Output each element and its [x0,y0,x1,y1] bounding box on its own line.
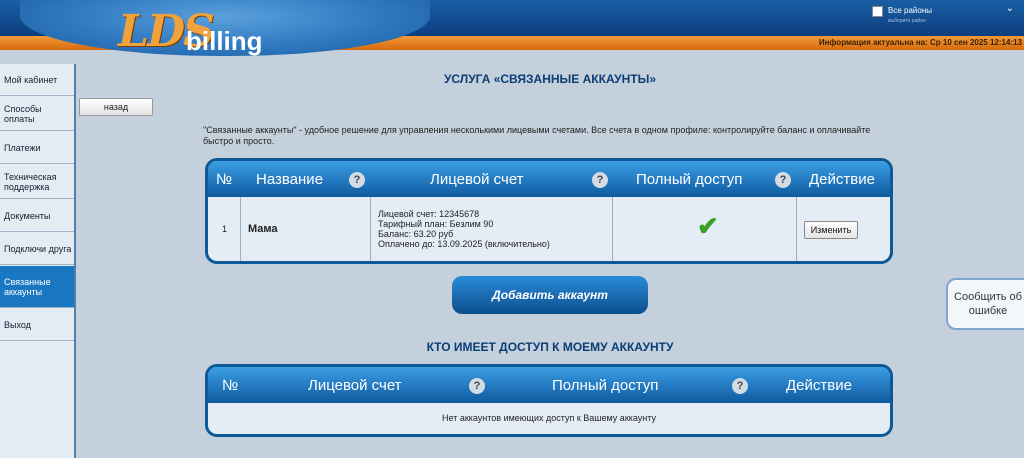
cell-full-access: ✔ [613,197,797,261]
account-details: Лицевой счет: 12345678 Тарифный план: Бе… [378,209,550,249]
col-header-num: № [222,377,239,394]
add-account-button[interactable]: Добавить аккаунт [452,276,648,314]
info-timestamp: Информация актуальна на: Ср 10 сен 2025 … [818,38,1022,47]
report-error-button[interactable]: Сообщить об ошибке [946,278,1024,330]
help-question-icon[interactable]: ? [469,378,485,394]
col-header-action: Действие [786,377,852,394]
col-header-full-access: Полный доступ [636,171,743,188]
balance-line: Баланс: 63.20 руб [378,229,454,239]
cell-account: Лицевой счет: 12345678 Тарифный план: Бе… [371,197,613,261]
page-description: "Связанные аккаунты" - удобное решение д… [203,125,871,146]
sidebar-item-exit[interactable]: Выход [0,309,74,341]
col-header-account: Лицевой счет [430,171,524,188]
sidebar-item-payment-methods[interactable]: Способы оплаты [0,97,74,131]
paid-until-line: Оплачено до: 13.09.2025 (включительно) [378,239,550,249]
help-question-icon[interactable]: ? [775,172,791,188]
col-header-action: Действие [809,171,875,188]
linked-accounts-table: № Название ? Лицевой счет ? Полный досту… [205,158,893,264]
chevron-down-icon[interactable]: ⌄ [1006,3,1014,14]
edit-button[interactable]: Изменить [804,221,858,239]
account-name: Мама [248,223,278,235]
col-header-account: Лицевой счет [308,377,402,394]
row-number: 1 [222,224,228,234]
sidebar-item-documents[interactable]: Документы [0,200,74,232]
checkmark-icon: ✔ [697,211,719,241]
help-question-icon[interactable]: ? [732,378,748,394]
sidebar-item-my-cabinet[interactable]: Мой кабинет [0,64,74,96]
sidebar-item-payments[interactable]: Платежи [0,132,74,164]
help-question-icon[interactable]: ? [349,172,365,188]
account-number-line: Лицевой счет: 12345678 [378,209,480,219]
col-header-num: № [216,171,233,188]
help-question-icon[interactable]: ? [592,172,608,188]
logo-billing[interactable]: billing [186,26,263,57]
table-header: № Название ? Лицевой счет ? Полный досту… [208,161,890,197]
sidebar: Мой кабинет Способы оплаты Платежи Техни… [0,64,76,458]
access-table: № Лицевой счет ? Полный доступ ? Действи… [205,364,893,437]
col-header-full-access: Полный доступ [552,377,659,394]
tariff-line: Тарифный план: Безлим 90 [378,219,494,229]
access-section-title: КТО ИМЕЕТ ДОСТУП К МОЕМУ АККАУНТУ [426,340,674,354]
cell-num: 1 [208,197,241,261]
empty-table-message: Нет аккаунтов имеющих доступ к Вашему ак… [442,413,656,423]
back-button[interactable]: назад [79,98,153,116]
col-header-name: Название [256,171,324,188]
region-sublabel: выберите район [888,18,926,24]
region-checkbox[interactable] [872,6,883,17]
page-title: УСЛУГА «СВЯЗАННЫЕ АККАУНТЫ» [443,72,657,86]
sidebar-item-linked-accounts[interactable]: Связанные аккаунты [0,266,74,308]
cell-action: Изменить [797,197,890,261]
region-selector[interactable]: Все районы ⌄ выберите район [866,2,1018,24]
sidebar-item-invite-friend[interactable]: Подключи друга [0,233,74,265]
cell-name: Мама [241,197,371,261]
sidebar-item-support[interactable]: Техническая поддержка [0,165,74,199]
table-header: № Лицевой счет ? Полный доступ ? Действи… [208,367,890,403]
region-label: Все районы [888,6,932,15]
